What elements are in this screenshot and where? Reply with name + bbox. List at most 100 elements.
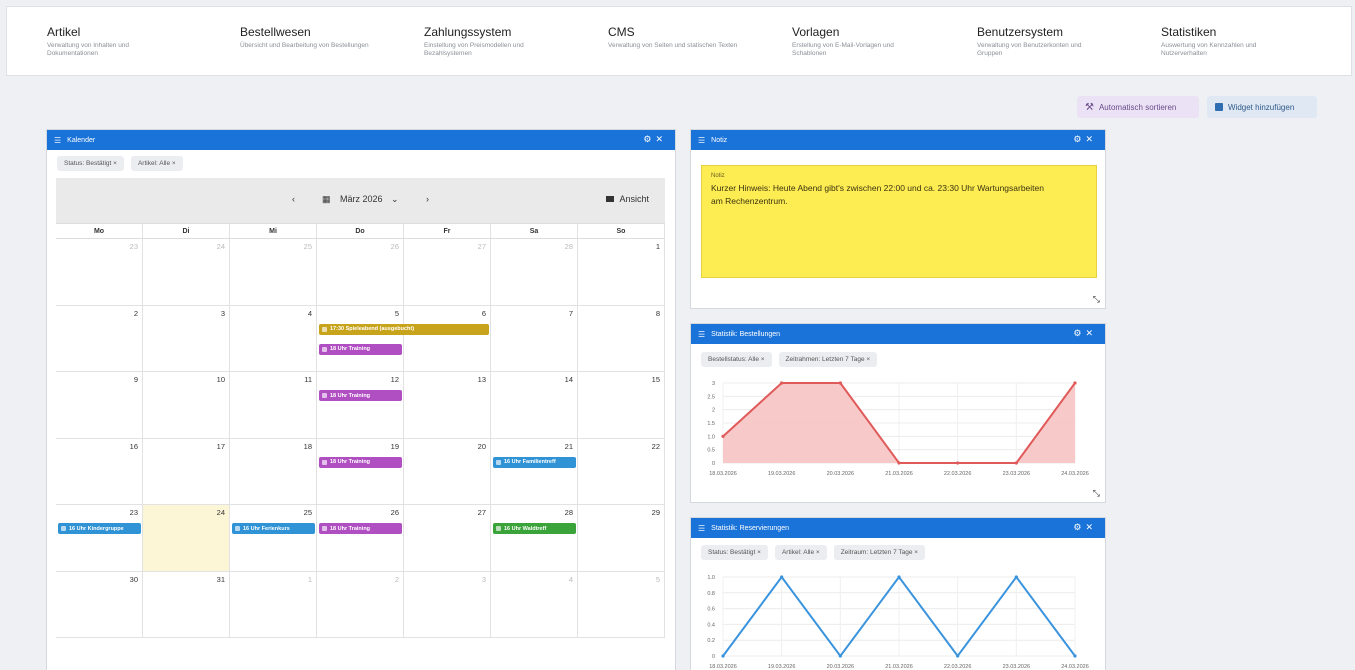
calendar-day[interactable]: 11: [230, 372, 317, 438]
day-number: 20: [477, 441, 486, 451]
nav-item-2[interactable]: Zahlungssystem Einstellung von Preismodel…: [424, 25, 594, 58]
nav-item-4[interactable]: Vorlagen Erstellung von E-Mail-Vorlagen u…: [792, 25, 962, 58]
gear-icon[interactable]: ⚙: [1073, 134, 1085, 144]
resize-handle-icon[interactable]: ⤡: [1093, 488, 1100, 499]
nav-item-5[interactable]: Benutzersystem Verwaltung von Benutzerkon…: [977, 25, 1147, 58]
calendar-day[interactable]: 4: [491, 571, 578, 637]
calendar-event[interactable]: 16 Uhr Ferienkurs: [232, 523, 315, 534]
calendar-day[interactable]: 12: [317, 372, 404, 438]
filter-chip[interactable]: Status: Bestätigt ×: [701, 545, 768, 560]
gear-icon[interactable]: ⚙: [1073, 328, 1085, 338]
filter-chip[interactable]: Artikel: Alle ×: [130, 156, 183, 171]
calendar-day[interactable]: 10: [143, 372, 230, 438]
filter-chip[interactable]: Artikel: Alle ×: [774, 545, 827, 560]
calendar-day[interactable]: 5: [578, 571, 665, 637]
calendar-day[interactable]: 15: [578, 372, 665, 438]
calendar-day[interactable]: 3: [143, 305, 230, 371]
calendar-widget-header[interactable]: ☰ Kalender ⚙✕: [47, 130, 675, 150]
reservations-chart-header[interactable]: ☰ Statistik: Reservierungen ⚙✕: [691, 518, 1105, 538]
calendar-event[interactable]: 18 Uhr Training: [319, 456, 402, 468]
calendar-day[interactable]: 9: [56, 372, 143, 438]
calendar-day[interactable]: 27: [404, 505, 491, 571]
orders-chart-header[interactable]: ☰ Statistik: Bestellungen ⚙✕: [691, 324, 1105, 344]
event-label: 16 Uhr Kindergruppe: [69, 525, 124, 532]
day-number: 13: [477, 375, 486, 384]
day-number: 14: [564, 375, 573, 384]
gear-icon[interactable]: ⚙: [643, 134, 655, 144]
calendar-day[interactable]: 21: [491, 438, 578, 504]
view-button[interactable]: Ansicht: [606, 194, 649, 204]
event-marker-icon: [322, 526, 327, 531]
calendar-day[interactable]: 1: [578, 239, 665, 305]
close-icon[interactable]: ✕: [655, 134, 667, 144]
calendar-event[interactable]: 16 Uhr Waldtreff: [493, 523, 576, 534]
nav-item-0[interactable]: Artikel Verwaltung von Inhalten und Dokum…: [47, 25, 217, 58]
calendar-day[interactable]: 20: [404, 438, 491, 504]
calendar-day[interactable]: 22: [578, 438, 665, 504]
calendar-day[interactable]: 29: [578, 505, 665, 571]
calendar-day[interactable]: 17: [143, 438, 230, 504]
calendar-day[interactable]: 13: [404, 372, 491, 438]
calendar-day[interactable]: 30: [56, 571, 143, 637]
nav-item-3[interactable]: CMS Verwaltung von Seiten und statischen …: [608, 25, 778, 50]
calendar-day[interactable]: 23: [56, 505, 143, 571]
calendar-day[interactable]: 26: [317, 239, 404, 305]
drag-handle-icon[interactable]: ☰: [54, 136, 61, 145]
calendar-day[interactable]: 28: [491, 239, 578, 305]
calendar-event[interactable]: 18 Uhr Training: [319, 523, 402, 534]
calendar-day[interactable]: 25: [230, 505, 317, 571]
calendar-day[interactable]: 27: [404, 239, 491, 305]
calendar-day[interactable]: 6: [404, 305, 491, 371]
calendar-event[interactable]: 16 Uhr Kindergruppe: [58, 523, 141, 534]
calendar-day[interactable]: 16: [56, 438, 143, 504]
calendar-day[interactable]: 1: [230, 571, 317, 637]
drag-handle-icon[interactable]: ☰: [698, 136, 705, 145]
day-number: 3: [220, 308, 225, 318]
filter-chip[interactable]: Zeitrahmen: Letzten 7 Tage ×: [778, 352, 878, 367]
add-widget-button[interactable]: Widget hinzufügen: [1207, 96, 1317, 118]
calendar-day[interactable]: 19: [317, 438, 404, 504]
note-widget-header[interactable]: ☰ Notiz ⚙✕: [691, 130, 1105, 150]
calendar-day[interactable]: 23: [56, 239, 143, 305]
resize-handle-icon[interactable]: ⤡: [1093, 294, 1100, 305]
calendar-day[interactable]: 24: [143, 239, 230, 305]
filter-chip[interactable]: Status: Bestätigt ×: [57, 156, 124, 171]
calendar-day[interactable]: 3: [404, 571, 491, 637]
drag-handle-icon[interactable]: ☰: [698, 524, 705, 533]
calendar-day[interactable]: 2: [317, 571, 404, 637]
month-selector[interactable]: März 2026: [340, 194, 383, 204]
calendar-day[interactable]: 25: [230, 239, 317, 305]
calendar-day[interactable]: 31: [143, 571, 230, 637]
calendar-event[interactable]: 18 Uhr Training: [319, 343, 402, 355]
calendar-day[interactable]: 5: [317, 305, 404, 371]
calendar-day-today[interactable]: 24: [143, 505, 230, 571]
note-text-area[interactable]: Notiz Kurzer Hinweis: Heute Abend gibt's…: [701, 165, 1097, 278]
calendar-day[interactable]: 8: [578, 305, 665, 371]
prev-month-button[interactable]: ‹: [292, 194, 295, 204]
calendar-day[interactable]: 26: [317, 505, 404, 571]
calendar-day[interactable]: 2: [56, 305, 143, 371]
calendar-event[interactable]: 17:30 Spieleabend (ausgebucht): [319, 323, 489, 335]
calendar-day[interactable]: 4: [230, 305, 317, 371]
gear-icon[interactable]: ⚙: [1073, 522, 1085, 532]
x-tick-label: 19.03.2026: [768, 471, 796, 477]
close-icon[interactable]: ✕: [1085, 522, 1097, 532]
calendar-day[interactable]: 18: [230, 438, 317, 504]
filter-chip[interactable]: Bestellstatus: Alle ×: [701, 352, 772, 367]
next-month-button[interactable]: ›: [426, 194, 429, 204]
data-point: [838, 381, 842, 385]
filter-chip[interactable]: Zeitraum: Letzten 7 Tage ×: [833, 545, 926, 560]
calendar-day[interactable]: 28: [491, 505, 578, 571]
calendar-event[interactable]: 18 Uhr Training: [319, 390, 402, 401]
calendar-day[interactable]: 14: [491, 372, 578, 438]
drag-handle-icon[interactable]: ☰: [698, 330, 705, 339]
day-number: 8: [655, 308, 660, 318]
calendar-event[interactable]: 16 Uhr Familientreff: [493, 456, 576, 468]
calendar-day[interactable]: 7: [491, 305, 578, 371]
nav-item-1[interactable]: Bestellwesen Übersicht und Bearbeitung vo…: [240, 25, 410, 50]
auto-sort-button[interactable]: ⚒ Automatisch sortieren: [1077, 96, 1199, 118]
close-icon[interactable]: ✕: [1085, 328, 1097, 338]
nav-item-6[interactable]: Statistiken Auswertung von Kennzahlen und…: [1161, 25, 1331, 58]
chevron-down-icon[interactable]: ⌄: [391, 194, 399, 205]
close-icon[interactable]: ✕: [1085, 134, 1097, 144]
